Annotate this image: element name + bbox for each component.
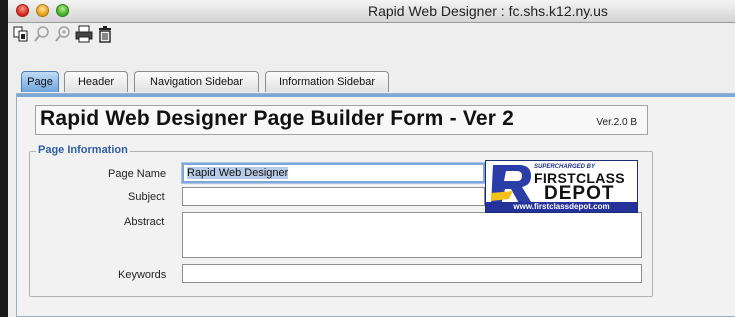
- version-label: Ver.2.0 B: [596, 117, 637, 128]
- tab-header[interactable]: Header: [64, 71, 128, 92]
- toolbar: [8, 23, 735, 47]
- tab-information-sidebar[interactable]: Information Sidebar: [265, 71, 389, 92]
- print-icon[interactable]: [75, 25, 93, 43]
- copy-icon[interactable]: [12, 25, 30, 43]
- form-title: Rapid Web Designer Page Builder Form - V…: [40, 107, 515, 130]
- logo-r-emblem-icon: [491, 165, 533, 205]
- app-window: Rapid Web Designer : fc.shs.k12.ny.us Pa…: [8, 0, 735, 317]
- title-bar[interactable]: Rapid Web Designer : fc.shs.k12.ny.us: [8, 0, 735, 23]
- tab-page[interactable]: Page: [21, 71, 59, 92]
- page-name-field[interactable]: Rapid Web Designer: [182, 163, 485, 183]
- window-title: Rapid Web Designer : fc.shs.k12.ny.us: [368, 3, 608, 19]
- firstclass-depot-logo: SUPERCHARGED BY FIRSTCLASS DEPOT www.fir…: [485, 160, 638, 213]
- page-name-label: Page Name: [108, 168, 167, 180]
- close-button[interactable]: [16, 4, 29, 17]
- zoom-button[interactable]: [56, 4, 69, 17]
- abstract-label: Abstract: [124, 216, 165, 228]
- keywords-label: Keywords: [118, 269, 167, 281]
- tab-navigation-sidebar[interactable]: Navigation Sidebar: [134, 71, 259, 92]
- find-icon[interactable]: [33, 25, 51, 43]
- page-name-value: Rapid Web Designer: [187, 167, 289, 179]
- page-information-group: Page Information Page Name Rapid Web Des…: [29, 144, 653, 297]
- panel-accent-bar: [17, 94, 735, 97]
- keywords-field[interactable]: [182, 264, 642, 283]
- form-title-box: Rapid Web Designer Page Builder Form - V…: [35, 105, 648, 135]
- logo-url: www.firstclassdepot.com: [486, 202, 637, 212]
- subject-label: Subject: [128, 191, 165, 203]
- section-title: Page Information: [36, 144, 130, 156]
- abstract-field[interactable]: [182, 212, 642, 258]
- find-next-icon[interactable]: [54, 25, 72, 43]
- subject-field[interactable]: [182, 187, 485, 206]
- trash-icon[interactable]: [96, 25, 114, 43]
- minimize-button[interactable]: [36, 4, 49, 17]
- tab-content-panel: Rapid Web Designer Page Builder Form - V…: [16, 93, 735, 317]
